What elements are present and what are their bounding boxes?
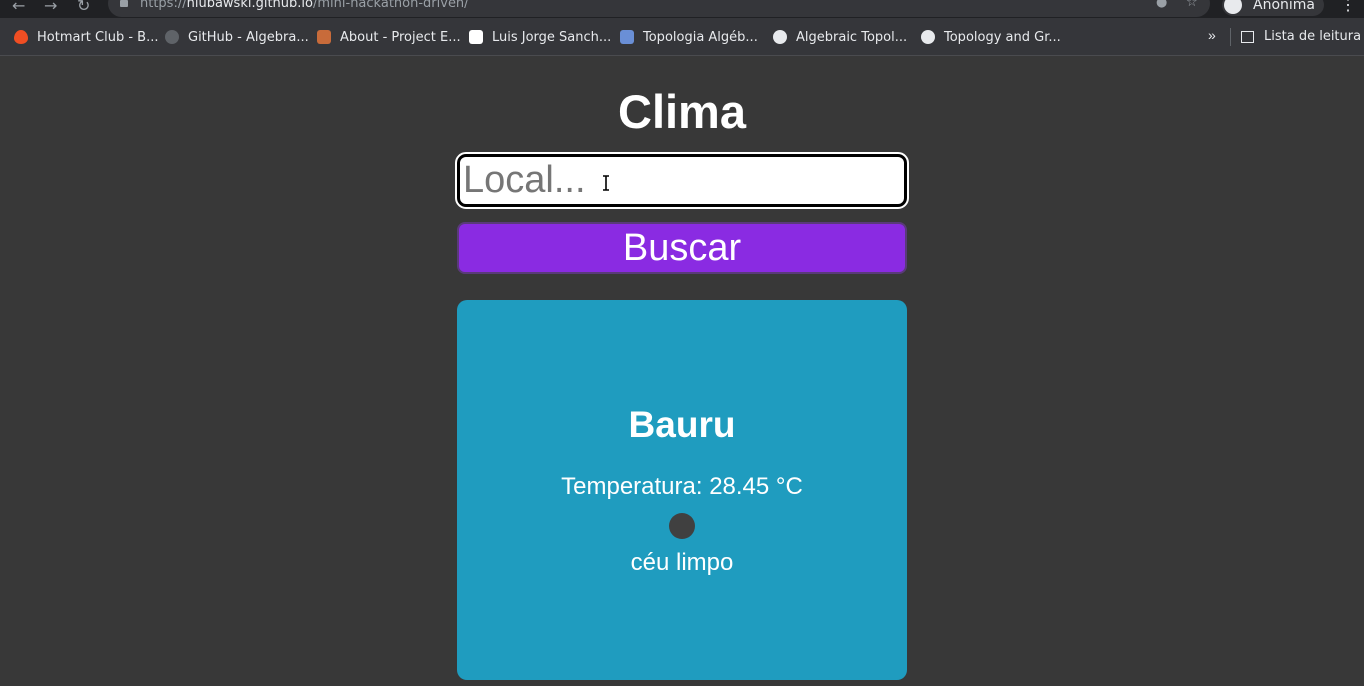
reading-list-label: Lista de leitura (1264, 29, 1362, 44)
bookmark-algebraic-topology[interactable]: Algebraic Topol... (773, 29, 907, 45)
weather-condition-icon (669, 513, 695, 539)
forward-arrow-icon[interactable]: → (44, 0, 57, 15)
profile-name: Anônima (1253, 0, 1315, 13)
city-name: Bauru (628, 404, 736, 445)
search-button[interactable]: Buscar (457, 222, 907, 274)
hotmart-icon (14, 30, 28, 44)
address-bar[interactable]: https://nlubawski.github.io/mini-hackath… (108, 0, 1210, 17)
reading-list-icon (1241, 30, 1254, 43)
bookmark-github[interactable]: GitHub - Algebra... (165, 29, 309, 45)
reading-list-button[interactable]: Lista de leitura (1241, 29, 1361, 44)
profile-button[interactable]: Anônima (1222, 0, 1324, 16)
menu-dots-icon[interactable]: ⋮ (1340, 0, 1356, 15)
site-icon (469, 30, 483, 44)
project-euler-icon (317, 30, 331, 44)
url-scheme: https:// (140, 0, 187, 11)
lock-icon (120, 0, 128, 7)
bookmark-label: Algebraic Topol... (796, 29, 908, 45)
temperature-text: Temperatura: 28.45 °C (561, 473, 803, 500)
bookmark-label: About - Project E... (340, 29, 461, 45)
globe-icon (773, 30, 787, 44)
site-icon (620, 30, 634, 44)
bookmark-luis-jorge[interactable]: Luis Jorge Sanch... (469, 29, 611, 45)
star-icon[interactable]: ☆ (1186, 0, 1198, 10)
url-path: /mini-hackathon-driven/ (313, 0, 469, 11)
github-icon (165, 30, 179, 44)
incognito-icon (1224, 0, 1242, 14)
bookmark-label: Hotmart Club - B... (37, 29, 159, 45)
url-text[interactable]: https://nlubawski.github.io/mini-hackath… (140, 0, 469, 11)
bookmark-label: Topologia Algéb... (643, 29, 758, 45)
bookmarks-overflow-icon[interactable]: » (1208, 27, 1216, 43)
weather-card: Bauru Temperatura: 28.45 °C céu limpo (457, 300, 907, 680)
globe-icon (921, 30, 935, 44)
bookmark-topology-groupoids[interactable]: Topology and Gr... (921, 29, 1061, 45)
bookmark-topologia[interactable]: Topologia Algéb... (620, 29, 758, 45)
back-arrow-icon[interactable]: ← (12, 0, 25, 15)
bookmark-hotmart[interactable]: Hotmart Club - B... (14, 29, 158, 45)
reload-icon[interactable]: ↻ (77, 0, 90, 15)
weather-description: céu limpo (630, 549, 734, 576)
text-cursor-icon (603, 175, 609, 191)
url-host: nlubawski.github.io (186, 0, 313, 11)
browser-toolbar: ← → ↻ https://nlubawski.github.io/mini-h… (0, 0, 1364, 18)
bookmark-label: GitHub - Algebra... (188, 29, 309, 45)
bookmark-label: Topology and Gr... (944, 29, 1061, 45)
bookmark-project-euler[interactable]: About - Project E... (317, 29, 461, 45)
page-title: Clima (618, 85, 746, 138)
bookmarks-bar: Hotmart Club - B... GitHub - Algebra... … (0, 18, 1364, 56)
location-search-input[interactable] (455, 152, 909, 209)
divider (1230, 28, 1231, 46)
bookmark-label: Luis Jorge Sanch... (492, 29, 612, 45)
location-pin-icon[interactable]: ● (1156, 0, 1167, 10)
